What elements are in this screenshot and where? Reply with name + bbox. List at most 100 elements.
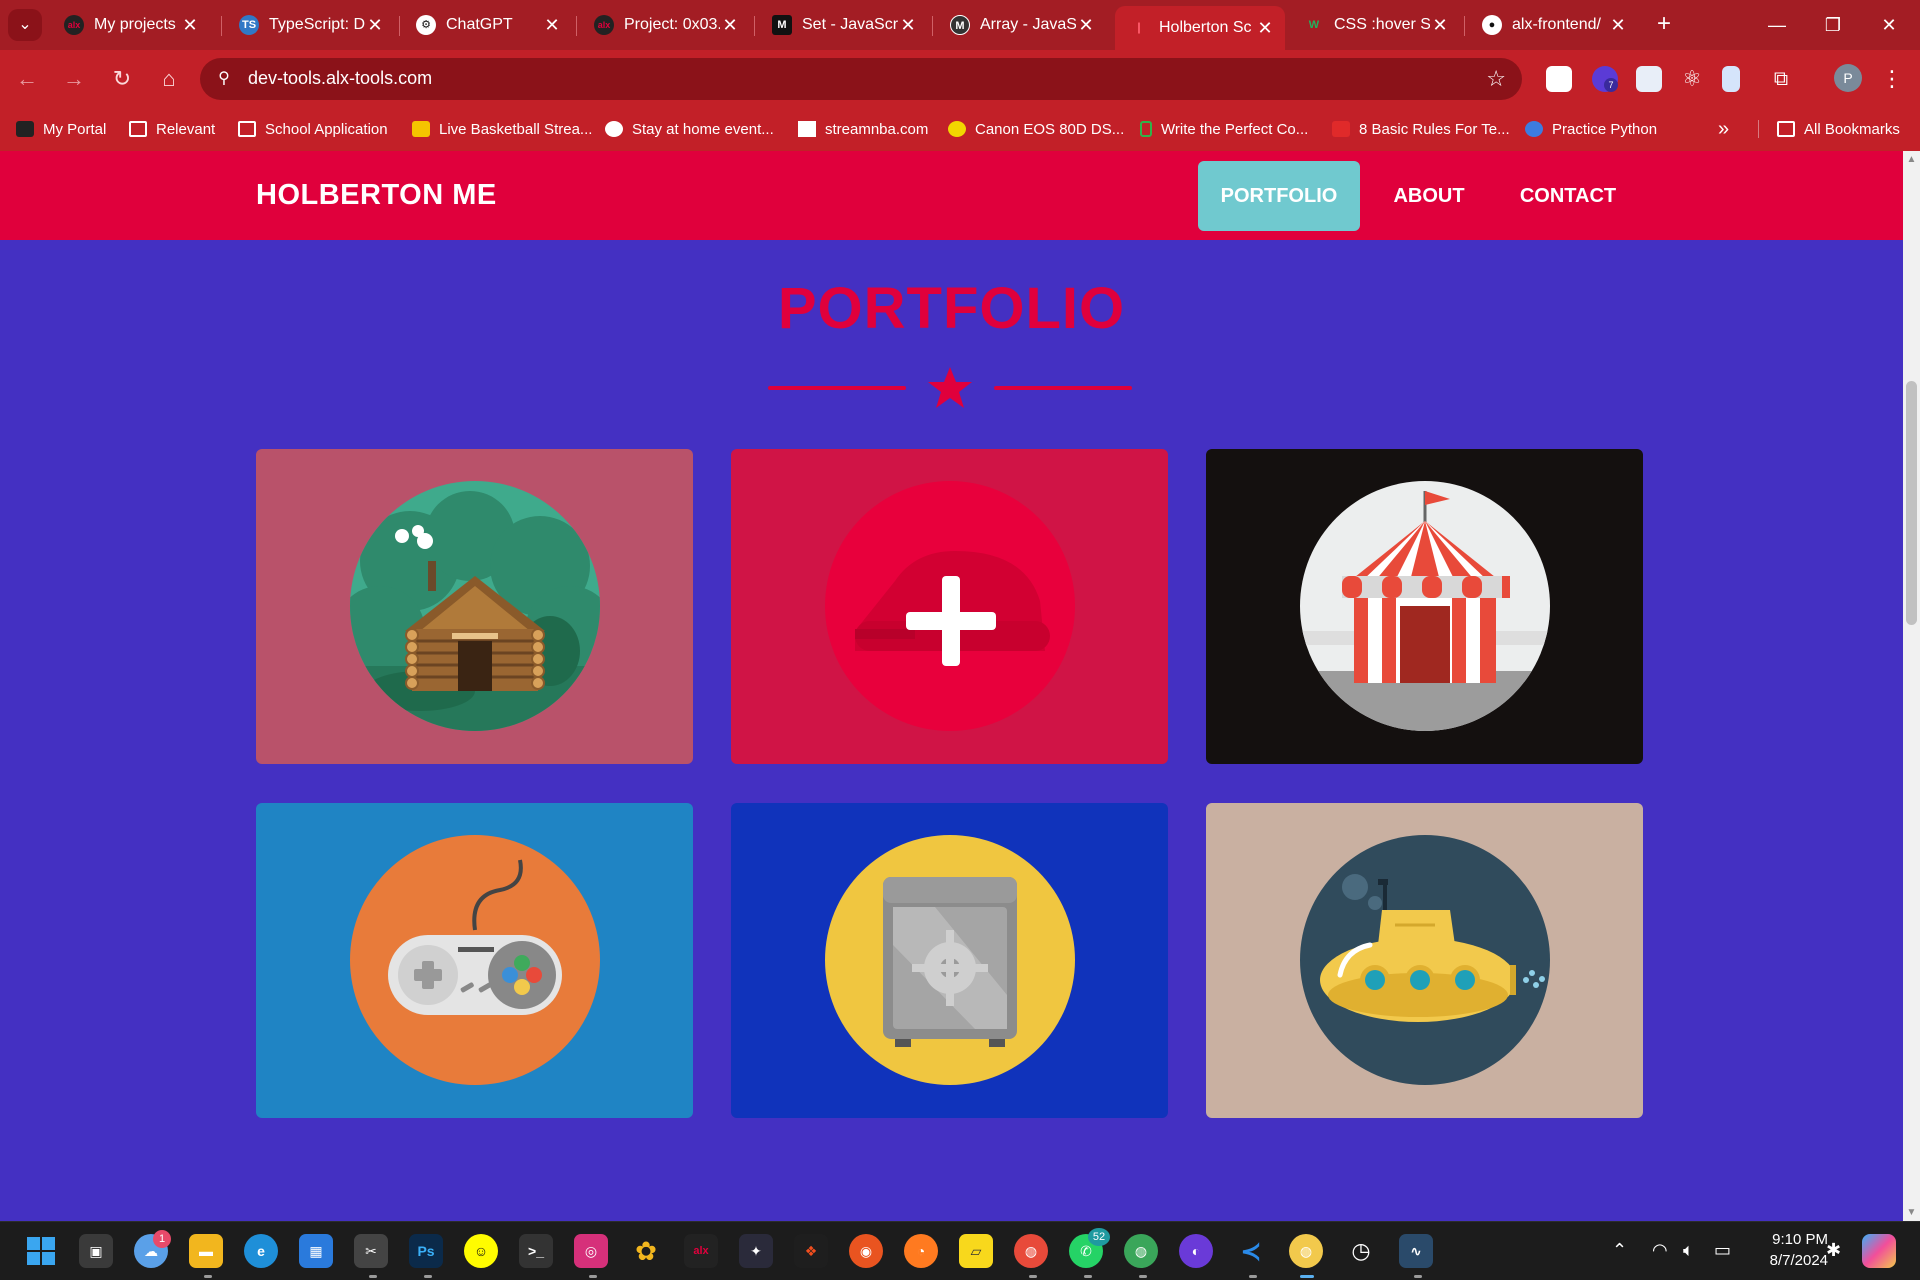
bookmark-live-basketball[interactable]: Live Basketball Strea... [412, 116, 592, 142]
close-tab-icon[interactable]: ✕ [1608, 15, 1628, 36]
bookmark-stay-at-home[interactable]: Stay at home event... [605, 116, 774, 142]
close-tab-icon[interactable]: ✕ [1430, 15, 1450, 36]
tab[interactable]: ● alx-frontend/ ✕ [1468, 6, 1638, 44]
extension-badge-icon[interactable]: 7 [1592, 66, 1618, 92]
close-tab-icon[interactable]: ✕ [180, 15, 200, 36]
bookmark-streamnba[interactable]: streamnba.com [798, 116, 928, 142]
close-tab-icon[interactable]: ✕ [898, 15, 918, 36]
extension-icon[interactable] [1546, 66, 1572, 92]
chrome-icon[interactable]: ◍ [1124, 1234, 1158, 1268]
forward-button[interactable]: → [57, 62, 91, 96]
photoshop-icon[interactable]: Ps [409, 1234, 443, 1268]
restore-button[interactable]: ❐ [1810, 8, 1856, 42]
bookmark-write-perfect[interactable]: Write the Perfect Co... [1140, 116, 1308, 142]
figma-icon[interactable]: ❖ [794, 1234, 828, 1268]
scroll-down-arrow-icon[interactable]: ▼ [1903, 1204, 1920, 1221]
site-info-icon[interactable]: ⚲ [214, 69, 234, 89]
firefox-icon[interactable]: ◔ [904, 1234, 938, 1268]
portfolio-card-cake[interactable] [731, 449, 1168, 764]
resource-monitor-icon[interactable]: ∿ [1399, 1234, 1433, 1268]
windows-start-icon[interactable] [24, 1234, 58, 1268]
tab-search-button[interactable]: ⌄ [8, 9, 42, 41]
browser-menu-icon[interactable]: ⋮ [1880, 62, 1904, 96]
minimize-button[interactable]: — [1754, 8, 1800, 42]
bookmarks-overflow-button[interactable]: » [1718, 116, 1729, 142]
address-bar[interactable]: ⚲ dev-tools.alx-tools.com ☆ [200, 58, 1522, 100]
snipping-tool-icon[interactable]: ✂ [354, 1234, 388, 1268]
photos-icon[interactable]: ✿ [629, 1234, 663, 1268]
bookmark-folder-relevant[interactable]: Relevant [129, 116, 215, 142]
react-devtools-icon[interactable]: ⚛ [1679, 66, 1705, 92]
scrollbar-thumb[interactable] [1906, 381, 1917, 625]
chrome-active-icon[interactable]: ◍ [1289, 1234, 1323, 1268]
file-explorer-icon[interactable]: ▬ [189, 1234, 223, 1268]
extension-icon[interactable] [1636, 66, 1662, 92]
close-tab-icon[interactable]: ✕ [720, 15, 740, 36]
bookmark-star-icon[interactable]: ☆ [1486, 66, 1506, 92]
nav-about[interactable]: ABOUT [1374, 161, 1484, 231]
portfolio-card-circus[interactable] [1206, 449, 1643, 764]
nav-contact[interactable]: CONTACT [1500, 161, 1636, 231]
portfolio-card-safe[interactable] [731, 803, 1168, 1118]
home-button[interactable]: ⌂ [152, 62, 186, 96]
volume-icon[interactable]: 🔈︎ [1683, 1240, 1694, 1261]
bookmark-8-basic-rules[interactable]: 8 Basic Rules For Te... [1332, 116, 1510, 142]
tab[interactable]: M Array - JavaSc ✕ [936, 6, 1106, 44]
tab-title: Holberton Sc [1159, 19, 1252, 36]
chrome-icon[interactable]: ◍ [1014, 1234, 1048, 1268]
close-tab-icon[interactable]: ✕ [365, 15, 385, 36]
bookmark-my-portal[interactable]: My Portal [16, 116, 106, 142]
address-bar-url[interactable]: dev-tools.alx-tools.com [248, 68, 432, 89]
extensions-puzzle-icon[interactable]: ⧉ [1768, 66, 1794, 92]
bookmark-canon-eos[interactable]: Canon EOS 80D DS... [948, 116, 1124, 142]
all-bookmarks-button[interactable]: All Bookmarks [1777, 116, 1900, 142]
tab[interactable]: TS TypeScript: D ✕ [225, 6, 395, 44]
close-window-button[interactable]: ✕ [1866, 8, 1912, 42]
tab[interactable]: alx Project: 0x03. ✕ [580, 6, 750, 44]
submarine-icon [1300, 835, 1550, 1085]
bookmark-folder-school-application[interactable]: School Application [238, 116, 388, 142]
notifications-bell-icon[interactable]: ✱ [1826, 1240, 1841, 1261]
alx-app-icon[interactable]: alx [684, 1234, 718, 1268]
tab[interactable]: ⚙ ChatGPT ✕ [402, 6, 572, 44]
davinci-resolve-icon[interactable]: ✦ [739, 1234, 773, 1268]
back-button[interactable]: ← [10, 62, 44, 96]
nav-portfolio[interactable]: PORTFOLIO [1198, 161, 1360, 231]
wifi-icon[interactable]: ◠ [1652, 1240, 1668, 1261]
new-tab-button[interactable]: + [1650, 10, 1678, 38]
clock[interactable]: 9:10 PM 8/7/2024 [1742, 1229, 1828, 1271]
sticky-notes-icon[interactable]: ▱ [959, 1234, 993, 1268]
snapchat-icon[interactable]: ☺ [464, 1234, 498, 1268]
microsoft-store-icon[interactable]: ▦ [299, 1234, 333, 1268]
terminal-icon[interactable]: >_ [519, 1234, 553, 1268]
reload-button[interactable]: ↻ [105, 62, 139, 96]
edge-icon[interactable]: e [244, 1234, 278, 1268]
github-desktop-icon[interactable]: ◐ [1179, 1234, 1213, 1268]
extension-icon[interactable] [1722, 66, 1740, 92]
close-tab-icon[interactable]: ✕ [542, 15, 562, 36]
portfolio-card-cabin[interactable] [256, 449, 693, 764]
speedtest-icon[interactable]: ◷ [1344, 1234, 1378, 1268]
close-tab-icon[interactable]: ✕ [1255, 18, 1275, 39]
portfolio-card-game-controller[interactable] [256, 803, 693, 1118]
scroll-up-arrow-icon[interactable]: ▲ [1903, 151, 1920, 168]
tab-active[interactable]: ❙ Holberton Sc ✕ [1115, 6, 1285, 50]
show-hidden-icons-chevron-icon[interactable]: ⌃ [1612, 1240, 1627, 1261]
bookmark-practice-python[interactable]: Practice Python [1525, 116, 1657, 142]
task-view-icon[interactable]: ▣ [79, 1234, 113, 1268]
instagram-icon[interactable]: ◎ [574, 1234, 608, 1268]
battery-icon[interactable]: ▭ [1714, 1240, 1731, 1261]
site-brand[interactable]: HOLBERTON ME [256, 179, 497, 212]
close-tab-icon[interactable]: ✕ [1076, 15, 1096, 36]
folder-icon [1777, 121, 1795, 137]
tab[interactable]: M Set - JavaScri ✕ [758, 6, 928, 44]
ubuntu-icon[interactable]: ◉ [849, 1234, 883, 1268]
copilot-icon[interactable] [1862, 1234, 1896, 1268]
github-favicon-icon: ● [1482, 15, 1502, 35]
portfolio-card-submarine[interactable] [1206, 803, 1643, 1118]
profile-avatar[interactable]: P [1834, 64, 1862, 92]
vscode-icon[interactable]: ≺ [1234, 1234, 1268, 1268]
page-scrollbar[interactable]: ▲ ▼ [1903, 151, 1920, 1221]
tab[interactable]: W CSS :hover Se ✕ [1290, 6, 1460, 44]
tab[interactable]: alx My projects | ✕ [50, 6, 210, 44]
